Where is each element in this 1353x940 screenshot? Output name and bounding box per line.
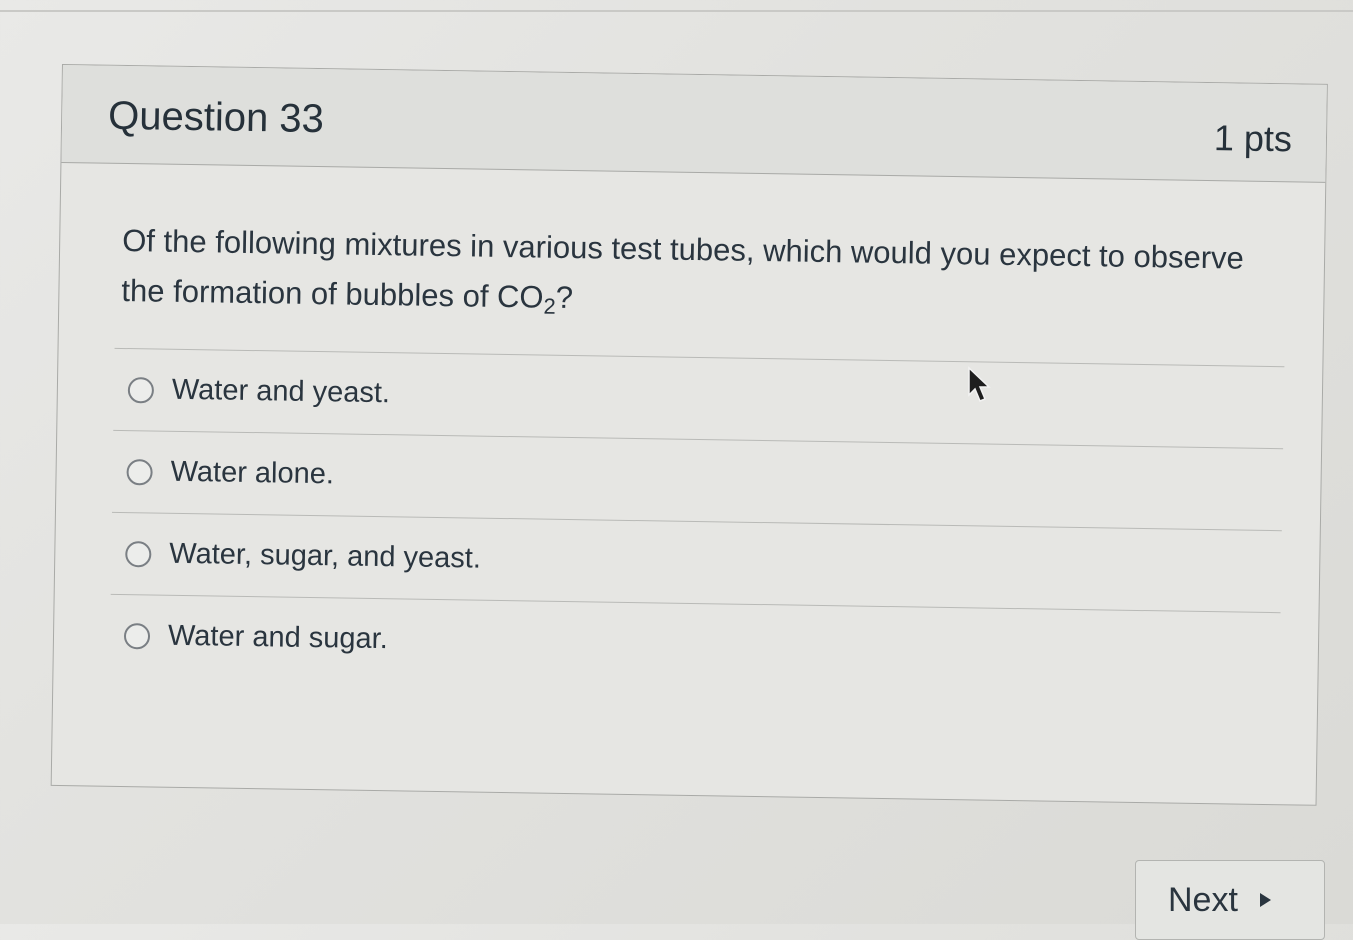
chemical-subscript: 2 bbox=[543, 293, 556, 319]
radio-button[interactable] bbox=[127, 376, 155, 403]
answer-label: Water alone. bbox=[170, 455, 335, 491]
question-text: Of the following mixtures in various tes… bbox=[121, 216, 1283, 343]
triangle-right-icon bbox=[1259, 893, 1271, 907]
question-text-main: Of the following mixtures in various tes… bbox=[121, 222, 1245, 315]
answer-label: Water, sugar, and yeast. bbox=[169, 537, 482, 575]
answer-label: Water and sugar. bbox=[167, 619, 389, 656]
next-button[interactable]: Next bbox=[1135, 860, 1325, 940]
question-text-end: ? bbox=[555, 279, 574, 316]
question-card: Question 33 1 pts Of the following mixtu… bbox=[50, 64, 1328, 806]
question-points: 1 pts bbox=[1213, 117, 1293, 160]
question-title: Question 33 bbox=[107, 93, 325, 142]
top-divider bbox=[0, 10, 1353, 12]
radio-button[interactable] bbox=[126, 458, 153, 485]
answer-list: Water and yeast. Water alone. Water, sug… bbox=[109, 347, 1285, 695]
question-header: Question 33 1 pts bbox=[61, 65, 1327, 183]
mouse-cursor-icon bbox=[968, 366, 991, 402]
radio-button[interactable] bbox=[123, 622, 151, 649]
next-button-label: Next bbox=[1168, 880, 1238, 919]
answer-option-water-sugar[interactable]: Water and sugar. bbox=[109, 593, 1281, 695]
answer-label: Water and yeast. bbox=[171, 373, 391, 410]
radio-button[interactable] bbox=[125, 540, 152, 567]
